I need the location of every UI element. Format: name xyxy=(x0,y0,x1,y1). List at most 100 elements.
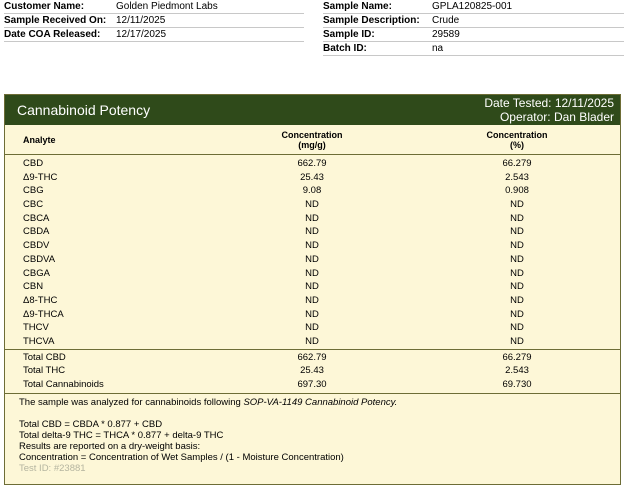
concentration-pct: ND xyxy=(510,308,524,320)
table-row: CBG 9.08 0.908 xyxy=(5,184,620,198)
col-mg-line1: Concentration xyxy=(281,129,343,140)
concentration-pct: 69.730 xyxy=(502,379,532,390)
concentration-mg: 662.79 xyxy=(297,158,327,169)
info-label: Sample Description: xyxy=(323,15,420,26)
notes: The sample was analyzed for cannabinoids… xyxy=(5,392,620,477)
table-row: CBDA ND ND xyxy=(5,225,620,239)
table-row: Δ9-THCA ND ND xyxy=(5,308,620,322)
potency-meta: Date Tested: 12/11/2025 Operator: Dan Bl… xyxy=(484,96,614,124)
analyte-rows: CBD 662.79 66.279 Δ9-THC 25.43 2.543 CBG 9.08 0.… xyxy=(5,155,620,349)
concentration-mg: ND xyxy=(305,199,319,211)
analyte-name: CBG xyxy=(23,185,44,197)
totals-rows: Total CBD 662.79 66.279 Total THC 25.43 2.543… xyxy=(5,348,620,393)
concentration-mg: ND xyxy=(305,253,319,265)
info-row: Sample Name: GPLA120825-001 xyxy=(323,0,624,14)
col-analyte: Analyte xyxy=(23,134,56,145)
info-row: Sample Description: Crude xyxy=(323,14,624,28)
analyte-name: Δ9-THC xyxy=(23,171,58,183)
analyte-name: CBC xyxy=(23,199,44,211)
customer-info: Customer Name: Golden Piedmont Labs Sample… xyxy=(4,0,304,42)
concentration-mg: 9.08 xyxy=(302,185,322,197)
concentration-mg: 697.30 xyxy=(297,379,327,390)
analyte-name: Δ8-THC xyxy=(23,294,58,306)
concentration-pct: ND xyxy=(510,199,524,211)
total-row: Total Cannabinoids 697.30 69.730 xyxy=(5,378,620,392)
concentration-pct: ND xyxy=(510,240,524,252)
concentration-pct: ND xyxy=(510,253,524,265)
table-row: CBD 662.79 66.279 xyxy=(5,157,620,171)
table-row: CBDVA ND ND xyxy=(5,253,620,267)
col-pct-line2: (%) xyxy=(510,139,524,150)
sample-info: Sample Name: GPLA120825-001 Sample Descrip… xyxy=(323,0,624,56)
concentration-mg: 662.79 xyxy=(297,351,327,363)
concentration-pct: 0.908 xyxy=(505,185,529,197)
concentration-mg: ND xyxy=(305,226,319,238)
dry-weight-note: Results are reported on a dry-weight bas… xyxy=(19,440,201,452)
info-value: Crude xyxy=(432,15,460,26)
concentration-mg: ND xyxy=(305,322,319,334)
info-row: Date COA Released: 12/17/2025 xyxy=(4,28,304,42)
info-label: Sample Received On: xyxy=(4,15,107,26)
info-row: Sample ID: 29589 xyxy=(323,28,624,42)
info-label: Date COA Released: xyxy=(4,29,101,40)
concentration-pct: ND xyxy=(510,322,524,334)
analyte-name: Total THC xyxy=(23,365,66,377)
concentration-pct: ND xyxy=(510,226,524,238)
analyte-name: CBDVA xyxy=(23,253,56,265)
potency-card: Cannabinoid Potency Date Tested: 12/11/2… xyxy=(4,94,621,485)
concentration-pct: ND xyxy=(510,335,524,347)
concentration-mg: ND xyxy=(305,240,319,252)
info-row: Sample Received On: 12/11/2025 xyxy=(4,14,304,28)
test-id: Test ID: #23881 xyxy=(19,462,86,474)
info-value: 12/11/2025 xyxy=(116,15,166,26)
info-value: 12/17/2025 xyxy=(116,29,167,40)
operator: Operator: Dan Blader xyxy=(499,110,614,124)
analyte-name: CBDA xyxy=(23,226,50,238)
info-value: Golden Piedmont Labs xyxy=(116,1,218,12)
table-row: THCVA ND ND xyxy=(5,335,620,349)
info-label: Batch ID: xyxy=(323,43,367,54)
concentration-pct: ND xyxy=(510,294,524,306)
analyte-name: Δ9-THCA xyxy=(23,308,64,320)
col-mg-line2: (mg/g) xyxy=(298,139,326,150)
col-mg: Concentration (mg/g) xyxy=(210,125,414,154)
concentration-pct: 2.543 xyxy=(505,171,529,183)
analyte-name: Total CBD xyxy=(23,351,66,363)
concentration-mg: ND xyxy=(305,212,319,224)
analyte-name: THCVA xyxy=(23,335,55,347)
info-value: na xyxy=(432,43,444,54)
analyte-name: Total Cannabinoids xyxy=(23,379,104,390)
table-row: CBCA ND ND xyxy=(5,212,620,226)
potency-header: Cannabinoid Potency Date Tested: 12/11/2… xyxy=(5,95,620,125)
table-row: CBDV ND ND xyxy=(5,239,620,253)
analyte-name: CBN xyxy=(23,281,44,293)
table-row: THCV ND ND xyxy=(5,321,620,335)
info-value: 29589 xyxy=(432,29,460,40)
concentration-mg: ND xyxy=(305,267,319,279)
table-row: CBGA ND ND xyxy=(5,267,620,281)
analyte-name: THCV xyxy=(23,322,49,334)
table-row: Δ8-THC ND ND xyxy=(5,294,620,308)
info-label: Customer Name: xyxy=(4,1,85,12)
info-label: Sample ID: xyxy=(323,29,375,40)
potency-title: Cannabinoid Potency xyxy=(17,102,151,118)
date-tested: Date Tested: 12/11/2025 xyxy=(484,96,614,110)
concentration-mg: 25.43 xyxy=(300,171,324,183)
total-row: Total THC 25.43 2.543 xyxy=(5,364,620,378)
method-note: The sample was analyzed for cannabinoids… xyxy=(19,397,606,408)
table-row: CBN ND ND xyxy=(5,280,620,294)
concentration-pct: ND xyxy=(510,281,524,293)
concentration-pct: ND xyxy=(510,267,524,279)
info-label: Sample Name: xyxy=(323,1,392,12)
col-pct: Concentration (%) xyxy=(414,125,620,154)
concentration-pct: 66.279 xyxy=(502,351,532,363)
formula-cbd: Total CBD = CBDA * 0.877 + CBD xyxy=(19,418,163,430)
analyte-name: CBGA xyxy=(23,267,50,279)
total-row: Total CBD 662.79 66.279 xyxy=(5,351,620,365)
concentration-mg: ND xyxy=(305,281,319,293)
analyte-name: CBD xyxy=(23,158,44,169)
method-name: SOP-VA-1149 Cannabinoid Potency. xyxy=(243,396,398,408)
table-row: Δ9-THC 25.43 2.543 xyxy=(5,171,620,185)
table-header: Analyte Concentration (mg/g) Concentrati… xyxy=(5,125,620,155)
formula-thc: Total delta-9 THC = THCA * 0.877 + delta… xyxy=(19,429,224,441)
